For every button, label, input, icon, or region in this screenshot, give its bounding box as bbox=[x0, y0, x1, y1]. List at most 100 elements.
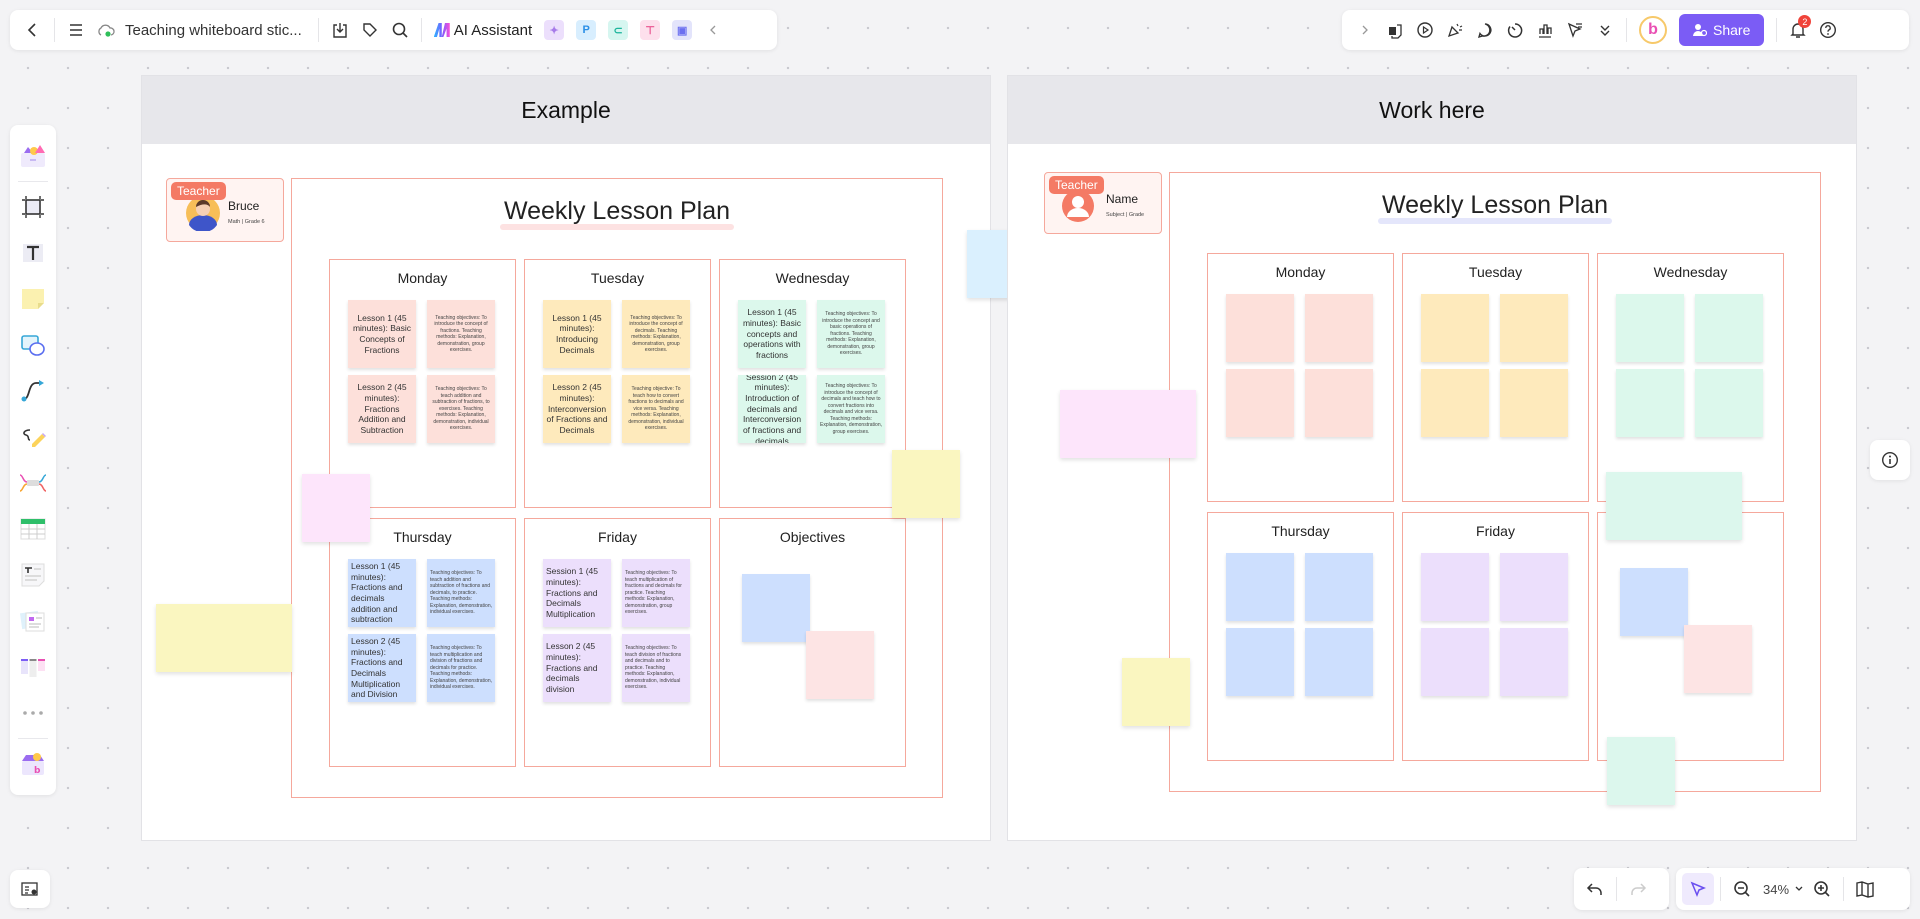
lesson-sticky-note[interactable]: Lesson 2 (45 minutes): Fractions and Dec… bbox=[348, 634, 416, 702]
user-avatar[interactable]: b bbox=[1639, 16, 1667, 44]
plugin-flowchart[interactable]: ⊤ bbox=[640, 20, 661, 40]
objectives-sticky-note[interactable]: Teaching objectives: To teach addition a… bbox=[427, 559, 495, 627]
lesson-sticky-note[interactable]: Lesson 1 (45 minutes): Fractions and dec… bbox=[348, 559, 416, 627]
day-title[interactable]: Thursday bbox=[1208, 523, 1393, 539]
zoom-level[interactable]: 34% bbox=[1763, 882, 1789, 897]
frame-title[interactable]: Work here bbox=[1008, 76, 1856, 144]
share-button[interactable]: Share bbox=[1679, 14, 1765, 46]
zoom-dropdown-button[interactable] bbox=[1791, 874, 1807, 904]
back-button[interactable] bbox=[18, 15, 48, 45]
lesson-sticky-note[interactable]: Lesson 2 (45 minutes): Fractions Additio… bbox=[348, 375, 416, 443]
objectives-sticky-note[interactable]: Teaching objectives: To introduce the co… bbox=[817, 300, 885, 368]
tool-text[interactable] bbox=[17, 237, 49, 269]
floating-sticky-note[interactable] bbox=[1606, 472, 1742, 540]
tool-plugins[interactable]: b bbox=[17, 748, 49, 780]
empty-sticky-note[interactable] bbox=[1305, 369, 1373, 437]
lesson-sticky-note[interactable]: Lesson 1 (45 minutes): Introducing Decim… bbox=[543, 300, 611, 368]
tool-more[interactable] bbox=[17, 697, 49, 729]
day-title[interactable]: Tuesday bbox=[525, 270, 710, 286]
lesson-sticky-note[interactable]: Lesson 2 (45 minutes): Fractions and dec… bbox=[543, 634, 611, 702]
notifications-button[interactable]: 2 bbox=[1783, 15, 1813, 45]
empty-sticky-note[interactable] bbox=[1500, 553, 1568, 621]
objectives-sticky-note[interactable]: Teaching objectives: To introduce the co… bbox=[817, 375, 885, 443]
tool-connector[interactable] bbox=[17, 375, 49, 407]
ai-assistant-button[interactable]: AI Assistant bbox=[433, 22, 532, 39]
teacher-card[interactable]: Teacher Bruce Math | Grade 6 bbox=[166, 178, 284, 242]
empty-sticky-note[interactable] bbox=[1226, 369, 1294, 437]
objectives-sticky-note[interactable]: Teaching objectives: To teach multiplica… bbox=[427, 634, 495, 702]
empty-sticky-note[interactable] bbox=[1500, 369, 1568, 437]
day-title[interactable]: Wednesday bbox=[1598, 264, 1783, 280]
objective-sticky-note[interactable] bbox=[806, 631, 874, 699]
lesson-sticky-note[interactable]: Session 2 (45 minutes): Introduction of … bbox=[738, 375, 806, 443]
tool-table[interactable] bbox=[17, 513, 49, 545]
tool-pen[interactable] bbox=[17, 421, 49, 453]
info-button[interactable] bbox=[1870, 440, 1910, 480]
help-button[interactable] bbox=[1813, 15, 1843, 45]
floating-sticky-note[interactable] bbox=[156, 604, 292, 672]
lesson-sticky-note[interactable]: Lesson 2 (45 minutes): Interconversion o… bbox=[543, 375, 611, 443]
empty-sticky-note[interactable] bbox=[1226, 628, 1294, 696]
empty-sticky-note[interactable] bbox=[1226, 294, 1294, 362]
day-title[interactable]: Friday bbox=[525, 529, 710, 545]
select-tool-button[interactable] bbox=[1682, 873, 1714, 905]
tool-mindmap[interactable] bbox=[17, 467, 49, 499]
tool-frame[interactable] bbox=[17, 191, 49, 223]
templates-button[interactable] bbox=[1380, 15, 1410, 45]
frame-title[interactable]: Example bbox=[142, 76, 990, 144]
floating-sticky-note[interactable] bbox=[1607, 737, 1675, 805]
lesson-sticky-note[interactable]: Lesson 1 (45 minutes): Basic concepts an… bbox=[738, 300, 806, 368]
floating-sticky-note[interactable] bbox=[1060, 390, 1196, 458]
map-button[interactable] bbox=[1850, 874, 1880, 904]
teacher-card[interactable]: Teacher Name Subject | Grade bbox=[1044, 172, 1162, 234]
frame-example[interactable]: Example Teacher Bruce Math | Grade 6 Wee… bbox=[141, 75, 991, 841]
search-button[interactable] bbox=[385, 15, 415, 45]
menu-button[interactable] bbox=[61, 15, 91, 45]
day-title[interactable]: Monday bbox=[1208, 264, 1393, 280]
empty-sticky-note[interactable] bbox=[1695, 294, 1763, 362]
tool-kanban[interactable] bbox=[17, 651, 49, 683]
day-title[interactable]: Wednesday bbox=[720, 270, 905, 286]
empty-sticky-note[interactable] bbox=[1421, 628, 1489, 696]
zoom-out-button[interactable] bbox=[1727, 874, 1757, 904]
more-tools-button[interactable] bbox=[1590, 15, 1620, 45]
zoom-in-button[interactable] bbox=[1807, 874, 1837, 904]
tool-cards[interactable] bbox=[17, 605, 49, 637]
laser-pointer-button[interactable] bbox=[1560, 15, 1590, 45]
lesson-sticky-note[interactable]: Lesson 1 (45 minutes): Basic Concepts of… bbox=[348, 300, 416, 368]
plugin-mindmap[interactable]: ⊂ bbox=[608, 20, 629, 40]
objectives-sticky-note[interactable]: Teaching objectives: To introduce the co… bbox=[427, 300, 495, 368]
empty-sticky-note[interactable] bbox=[1616, 369, 1684, 437]
tool-templates[interactable] bbox=[17, 140, 49, 172]
present-button[interactable] bbox=[1410, 15, 1440, 45]
day-title[interactable]: Objectives bbox=[720, 529, 905, 545]
objectives-sticky-note[interactable]: Teaching objectives: To teach multiplica… bbox=[622, 559, 690, 627]
timer-button[interactable] bbox=[1500, 15, 1530, 45]
day-title[interactable]: Monday bbox=[330, 270, 515, 286]
empty-sticky-note[interactable] bbox=[1305, 553, 1373, 621]
objective-sticky-note[interactable] bbox=[1620, 568, 1688, 636]
day-title[interactable]: Tuesday bbox=[1403, 264, 1588, 280]
lesson-sticky-note[interactable]: Session 1 (45 minutes): Fractions and De… bbox=[543, 559, 611, 627]
objective-sticky-note[interactable] bbox=[742, 574, 810, 642]
objectives-sticky-note[interactable]: Teaching objectives: To teach addition a… bbox=[427, 375, 495, 443]
tag-button[interactable] bbox=[355, 15, 385, 45]
comment-button[interactable] bbox=[1470, 15, 1500, 45]
plugin-presentation[interactable]: P bbox=[576, 20, 597, 40]
celebrate-button[interactable] bbox=[1440, 15, 1470, 45]
undo-button[interactable] bbox=[1580, 874, 1610, 904]
floating-sticky-note[interactable] bbox=[1122, 658, 1190, 726]
minimap-toggle-button[interactable] bbox=[10, 870, 50, 908]
expand-toolbar-button[interactable] bbox=[1350, 15, 1380, 45]
floating-sticky-note[interactable] bbox=[302, 474, 370, 542]
objectives-sticky-note[interactable]: Teaching objective: To teach how to conv… bbox=[622, 375, 690, 443]
plugin-chat[interactable]: ▣ bbox=[672, 20, 693, 40]
empty-sticky-note[interactable] bbox=[1226, 553, 1294, 621]
empty-sticky-note[interactable] bbox=[1421, 553, 1489, 621]
empty-sticky-note[interactable] bbox=[1305, 628, 1373, 696]
document-title[interactable]: Teaching whiteboard stic... bbox=[125, 22, 302, 39]
empty-sticky-note[interactable] bbox=[1421, 369, 1489, 437]
objectives-sticky-note[interactable]: Teaching objectives: To introduce the co… bbox=[622, 300, 690, 368]
collapse-toolbar-button[interactable] bbox=[698, 15, 728, 45]
objectives-sticky-note[interactable]: Teaching objectives: To teach division o… bbox=[622, 634, 690, 702]
